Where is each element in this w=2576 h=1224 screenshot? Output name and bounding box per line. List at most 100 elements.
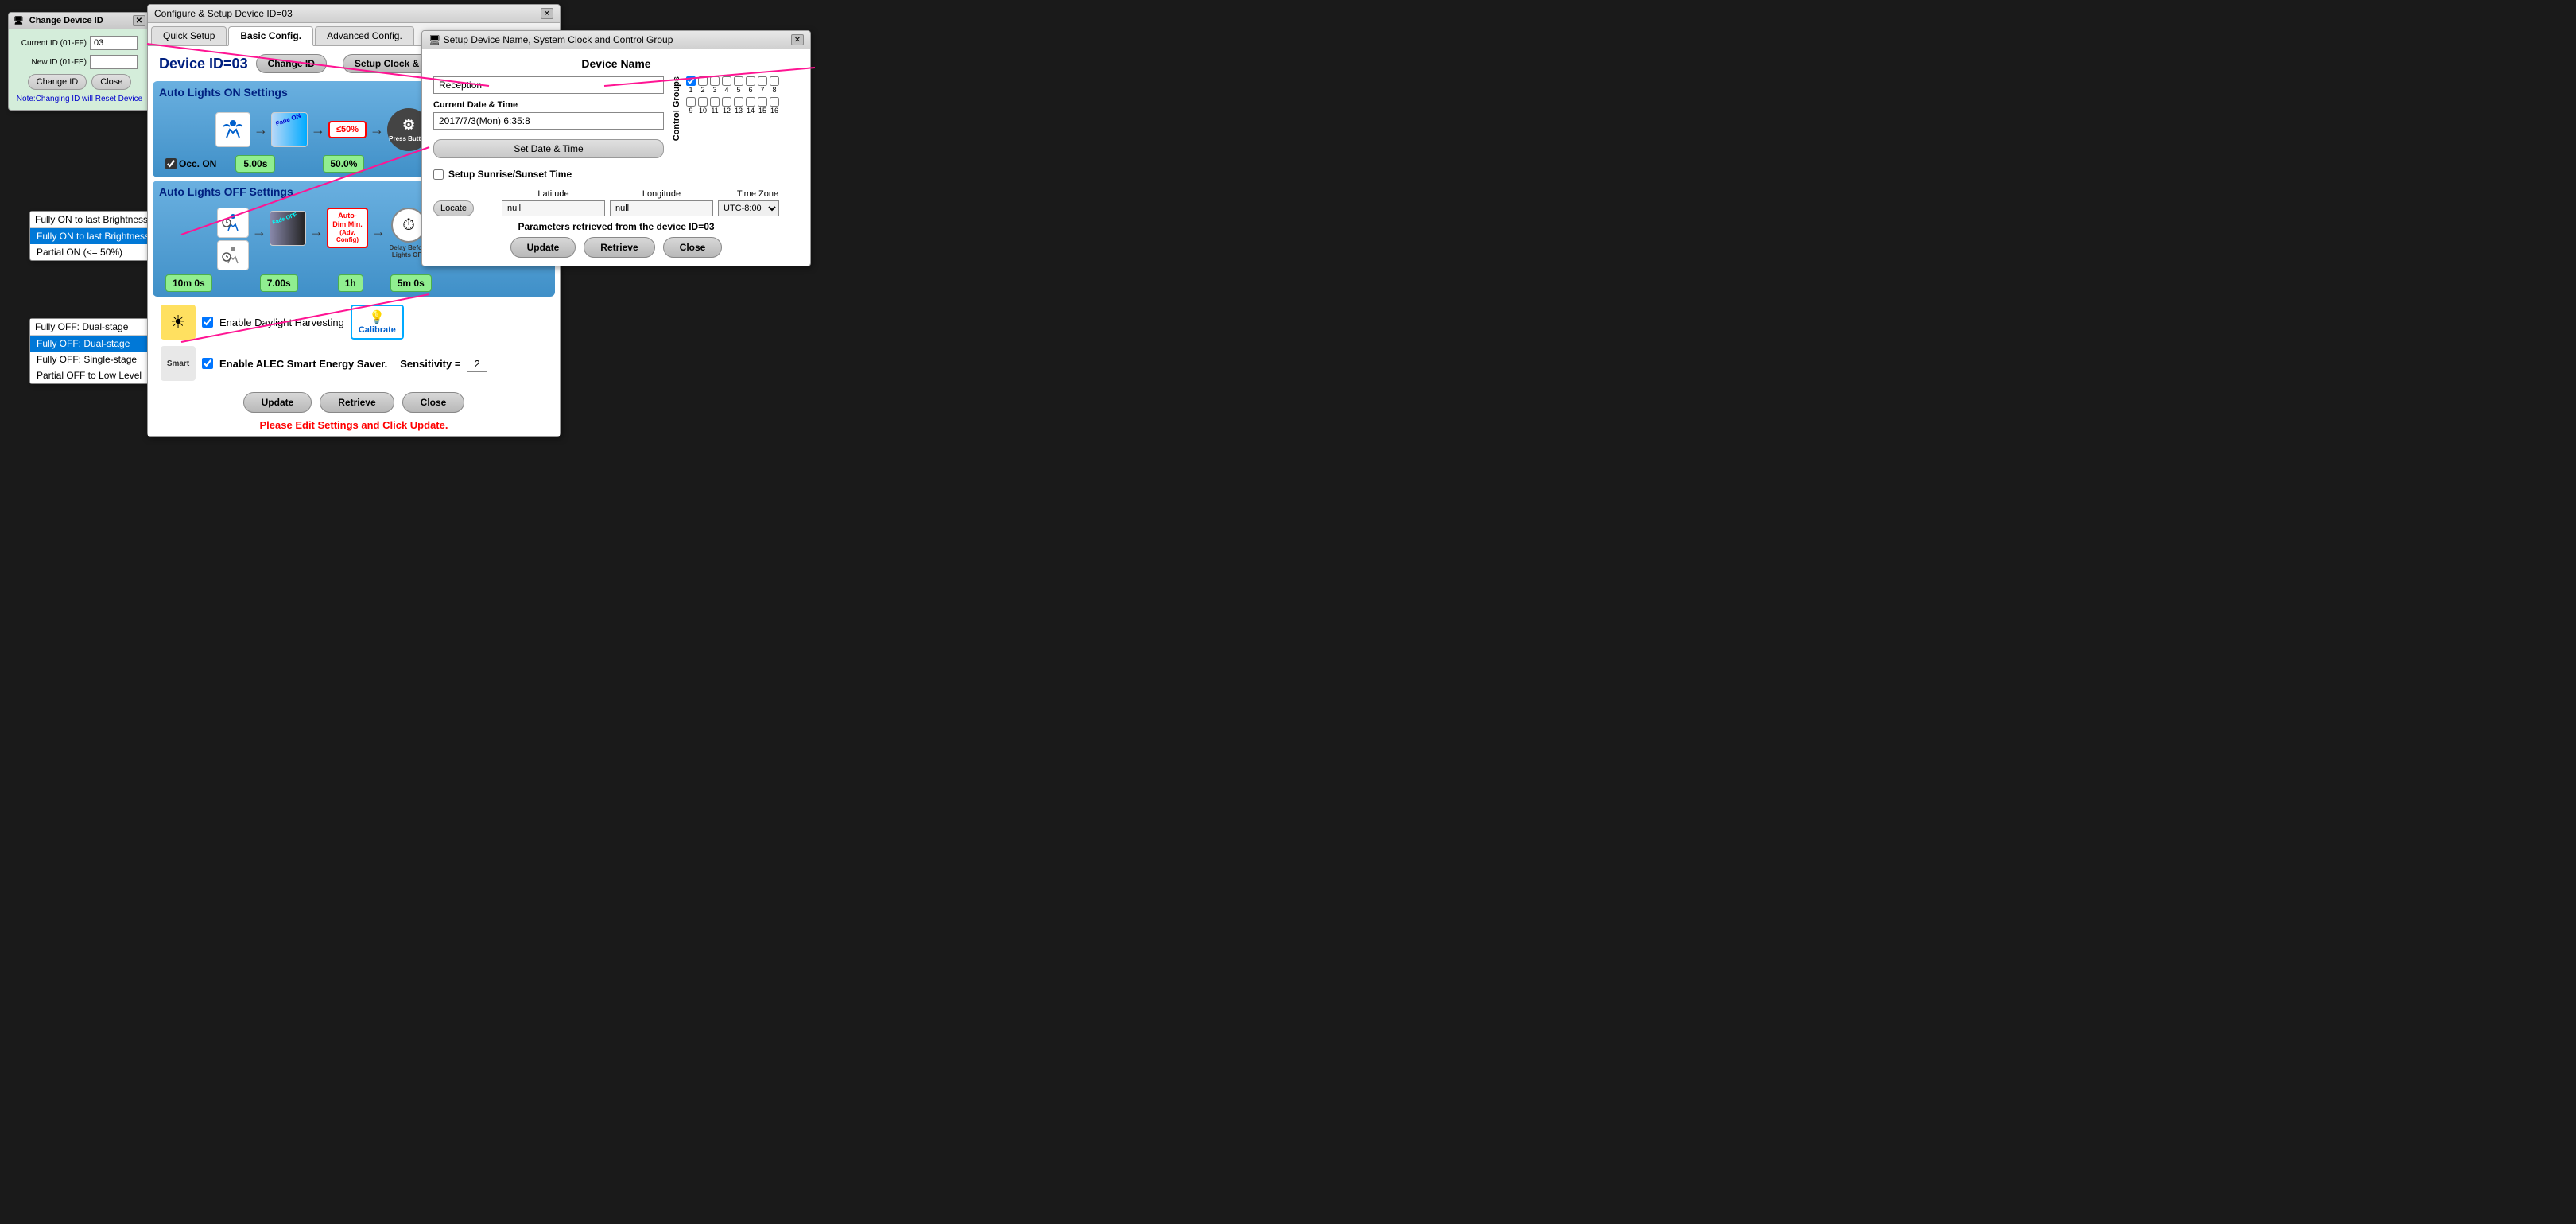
adv-config-note: (Adv. Config) (332, 229, 363, 244)
current-id-input[interactable] (90, 36, 138, 50)
group-11-checkbox[interactable] (710, 97, 720, 107)
timezone-select[interactable]: UTC-8:00 UTC-7:00 UTC-5:00 UTC+0:00 (718, 200, 779, 216)
main-close-x-btn[interactable]: ✕ (541, 8, 553, 19)
groups-layout: Control Groups 1 2 (672, 76, 799, 144)
group-6-checkbox[interactable] (746, 76, 755, 86)
group-1: 1 (686, 76, 696, 94)
new-id-input[interactable] (90, 55, 138, 69)
main-close-button[interactable]: Close (402, 392, 465, 413)
partial-on-box: ≤50% (328, 121, 367, 138)
on-dropdown-selected: Fully ON to last Brightness (35, 214, 148, 225)
group-5-checkbox[interactable] (734, 76, 743, 86)
right-update-button[interactable]: Update (510, 237, 576, 258)
main-title-bar: Configure & Setup Device ID=03 ✕ (148, 5, 560, 23)
main-update-button[interactable]: Update (243, 392, 312, 413)
close-change-id-button[interactable]: Close (91, 74, 131, 90)
daylight-checkbox[interactable] (202, 317, 213, 328)
longitude-input[interactable] (610, 200, 713, 216)
group-8-label: 8 (772, 86, 776, 94)
group-3: 3 (710, 76, 720, 94)
current-date-input[interactable] (433, 112, 664, 130)
arrow-3-icon: → (370, 122, 384, 138)
change-id-title: Change Device ID (29, 16, 103, 25)
left-column: Current Date & Time Set Date & Time (433, 76, 664, 158)
device-name-section-title: Device Name (433, 57, 799, 70)
change-id-close-btn[interactable]: ✕ (133, 15, 145, 26)
group-13: 13 (734, 97, 743, 115)
group-15-checkbox[interactable] (758, 97, 767, 107)
partial-on-label: ≤50% (336, 125, 359, 134)
occ-on-checkbox[interactable] (165, 158, 177, 169)
params-text: Parameters retrieved from the device ID=… (433, 221, 799, 232)
main-change-id-button[interactable]: Change ID (256, 54, 327, 73)
percentage-box: 50.0% (323, 155, 364, 173)
group-2: 2 (698, 76, 708, 94)
group-5-label: 5 (736, 86, 740, 94)
group-4: 4 (722, 76, 731, 94)
current-id-label: Current ID (01-FF) (15, 39, 87, 48)
right-retrieve-button[interactable]: Retrieve (584, 237, 654, 258)
right-close-button[interactable]: Close (663, 237, 723, 258)
alec-label: Enable ALEC Smart Energy Saver. (219, 358, 387, 370)
tab-basic-config[interactable]: Basic Config. (228, 26, 313, 46)
group-4-label: 4 (724, 86, 728, 94)
daylight-icon: ☀ (161, 305, 196, 340)
group-2-checkbox[interactable] (698, 76, 708, 86)
fade-time-box: 5.00s (235, 155, 275, 173)
group-14-label: 14 (747, 107, 755, 115)
right-column: Control Groups 1 2 (672, 76, 799, 158)
control-groups-label: Control Groups (672, 76, 681, 141)
arrow-2-icon: → (311, 122, 325, 138)
off-times-row: 10m 0s 7.00s 1h 5m 0s (159, 274, 549, 292)
group-12-checkbox[interactable] (722, 97, 731, 107)
calibrate-button[interactable]: 💡 Calibrate (351, 305, 404, 340)
fade-off-box: Fade OFF (270, 211, 306, 246)
alec-checkbox[interactable] (202, 358, 213, 369)
main-retrieve-button[interactable]: Retrieve (320, 392, 394, 413)
sunrise-label: Setup Sunrise/Sunset Time (448, 169, 572, 180)
right-window-icon: 🖥 (429, 34, 440, 45)
group-3-checkbox[interactable] (710, 76, 720, 86)
group-15-label: 15 (758, 107, 766, 115)
sensitivity-label: Sensitivity = (400, 358, 460, 370)
clock-person-icon-bottom (217, 240, 249, 270)
group-1-checkbox[interactable] (686, 76, 696, 86)
arrow-1-icon: → (254, 122, 268, 138)
latitude-input[interactable] (502, 200, 605, 216)
group-9-checkbox[interactable] (686, 97, 696, 107)
group-11: 11 (710, 97, 720, 115)
off-arrow-3-icon: → (371, 223, 386, 240)
right-window-title: Setup Device Name, System Clock and Cont… (444, 34, 673, 45)
group-8-checkbox[interactable] (770, 76, 779, 86)
device-id-label: Device ID=03 (159, 56, 248, 72)
daylight-row: ☀ Enable Daylight Harvesting 💡 Calibrate (161, 305, 547, 340)
current-date-label: Current Date & Time (433, 100, 664, 110)
group-5: 5 (734, 76, 743, 94)
location-grid: Locate Latitude Longitude Time Zone UTC-… (433, 189, 799, 216)
group-15: 15 (758, 97, 767, 115)
set-date-button[interactable]: Set Date & Time (433, 139, 664, 158)
group-14: 14 (746, 97, 755, 115)
group-16-checkbox[interactable] (770, 97, 779, 107)
group-4-checkbox[interactable] (722, 76, 731, 86)
longitude-label: Longitude (610, 189, 713, 199)
off-dropdown-selected: Fully OFF: Dual-stage (35, 321, 128, 332)
auto-dim-label: Auto-Dim Min. (332, 212, 363, 229)
off-dual-icons (217, 208, 249, 270)
setup-device-window: 🖥 Setup Device Name, System Clock and Co… (421, 30, 811, 266)
change-id-button[interactable]: Change ID (28, 74, 87, 90)
group-6-label: 6 (748, 86, 752, 94)
tab-quick-setup[interactable]: Quick Setup (151, 26, 227, 45)
sunrise-checkbox[interactable] (433, 169, 444, 180)
tab-advanced-config[interactable]: Advanced Config. (315, 26, 414, 45)
group-14-checkbox[interactable] (746, 97, 755, 107)
group-7-checkbox[interactable] (758, 76, 767, 86)
device-name-input[interactable] (433, 76, 664, 94)
right-close-x-btn[interactable]: ✕ (791, 34, 804, 45)
latitude-col: Latitude (502, 189, 605, 216)
group-13-checkbox[interactable] (734, 97, 743, 107)
auto-dim-box: Auto-Dim Min. (Adv. Config) (327, 208, 368, 248)
group-10-checkbox[interactable] (698, 97, 708, 107)
locate-button[interactable]: Locate (433, 200, 474, 216)
off-arrow-2-icon: → (309, 223, 324, 240)
